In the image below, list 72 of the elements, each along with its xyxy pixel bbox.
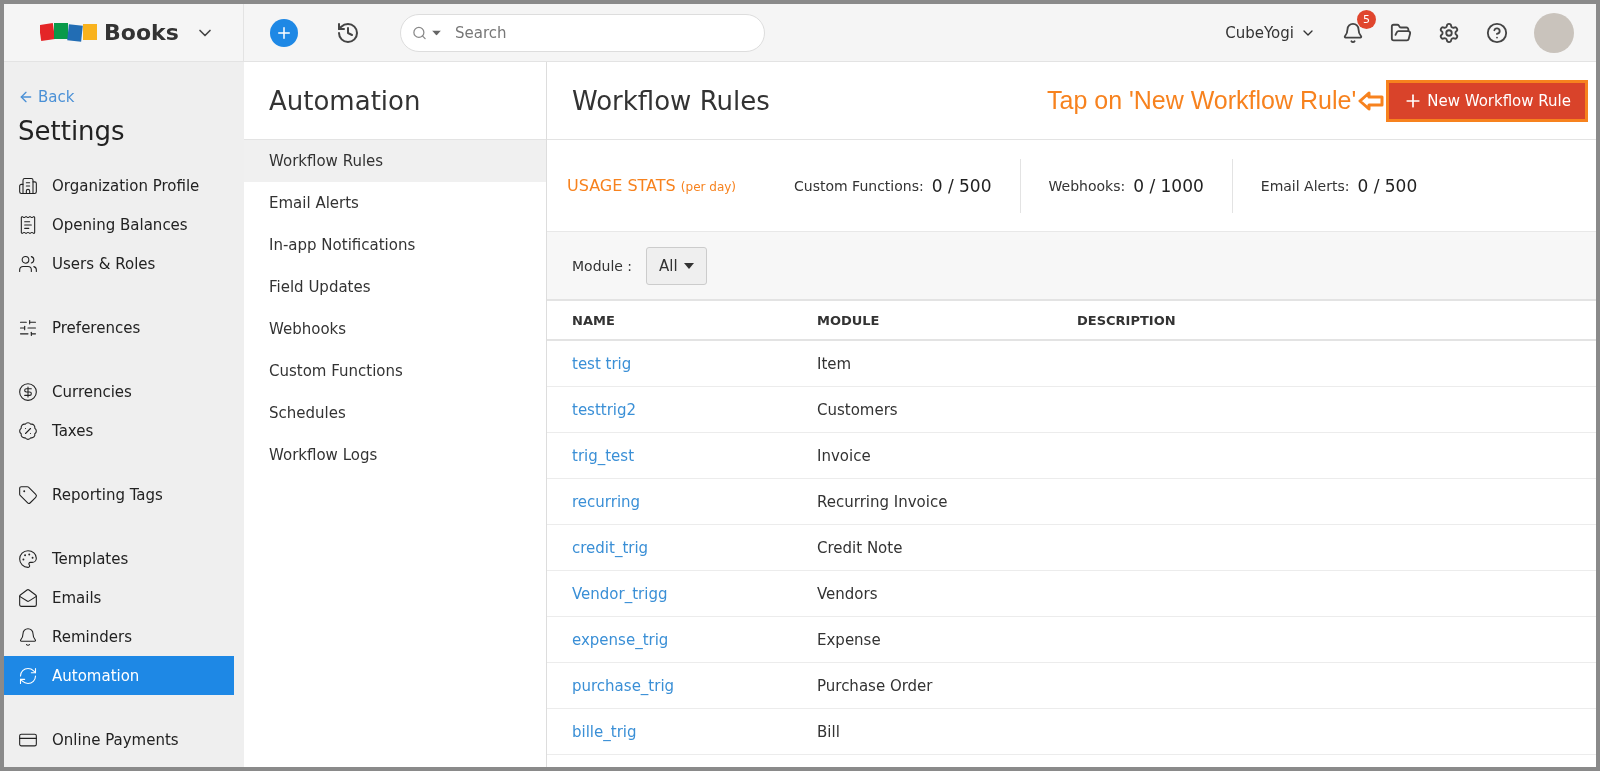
search-field[interactable]: Search [400, 13, 765, 52]
palette-icon [18, 548, 38, 569]
receipt-icon [18, 214, 38, 235]
sidebar-item[interactable]: Automation [4, 656, 234, 695]
table-cell-text: Purchase Order [817, 676, 934, 695]
usage-stats-title: USAGE STATS (per day) [567, 176, 737, 195]
stat-value: 0 / 500 [931, 175, 992, 196]
add-button[interactable] [270, 18, 298, 47]
subnav-item[interactable]: Workflow Rules [244, 140, 546, 182]
module-dropdown[interactable]: All [646, 246, 707, 285]
bell-icon [18, 626, 38, 647]
stat-label: Email Alerts: [1260, 177, 1350, 194]
folder-icon[interactable] [1390, 21, 1412, 44]
table-cell-text: Vendors [817, 584, 879, 603]
notification-icon[interactable] [1342, 21, 1364, 44]
table-cell-text: Expense [817, 630, 882, 649]
building-icon [18, 175, 38, 196]
history-icon[interactable] [336, 20, 360, 45]
column-header: MODULE [817, 312, 881, 328]
rule-name-link[interactable]: trig_test [572, 447, 635, 465]
rule-name-link[interactable]: purchase_trig [572, 677, 675, 695]
sidebar-item[interactable]: Emails [4, 578, 234, 617]
sidebar-item[interactable]: Reporting Tags [4, 475, 234, 514]
sliders-icon [18, 317, 38, 338]
new-workflow-rule-button[interactable]: New Workflow Rule [1386, 79, 1588, 122]
column-header: NAME [572, 312, 616, 328]
page-title: Workflow Rules [572, 85, 770, 116]
refresh-icon [18, 665, 38, 686]
module-label: Module : [572, 257, 633, 274]
rule-name-link[interactable]: bille_trig [572, 723, 637, 741]
table-cell-text: Recurring Invoice [817, 492, 949, 511]
help-icon[interactable] [1486, 21, 1508, 44]
sidebar-item[interactable]: Opening Balances [4, 205, 234, 244]
table-cell-text: Invoice [817, 446, 872, 465]
sidebar-item[interactable]: Preferences [4, 308, 234, 347]
sidebar-item[interactable]: Taxes [4, 411, 234, 450]
arrow-icon [1358, 89, 1385, 112]
settings-icon[interactable] [1438, 21, 1460, 44]
rule-name-link[interactable]: testtrig2 [572, 401, 637, 419]
rule-name-link[interactable]: Vendor_trigg [572, 585, 668, 603]
rule-name-link[interactable]: recurring [572, 493, 641, 511]
column-header: DESCRIPTION [1077, 312, 1177, 328]
sidebar-item[interactable]: Online Payments [4, 720, 234, 759]
stat-label: Webhooks: [1048, 177, 1126, 194]
tag-icon [18, 484, 38, 505]
envelope-icon [18, 587, 38, 608]
users-icon [18, 253, 38, 274]
table-cell-text: Bill [817, 722, 841, 741]
sidebar-item[interactable]: Organization Profile [4, 166, 234, 205]
sidebar-item[interactable]: Reminders [4, 617, 234, 656]
table-cell-text: Credit Note [817, 538, 904, 557]
percent-icon [18, 420, 38, 441]
caret-down-icon [683, 263, 694, 269]
table-cell-text: Customers [817, 400, 899, 419]
settings-title: Settings [18, 116, 126, 146]
search-icon [412, 25, 427, 40]
stat-label: Custom Functions: [794, 177, 924, 194]
brand-name: Books [104, 20, 179, 45]
sidebar-item[interactable]: Templates [4, 539, 234, 578]
organization-dropdown[interactable]: CubeYogi [1225, 23, 1316, 42]
table-cell-text: Item [817, 354, 853, 373]
stat-value: 0 / 1000 [1133, 175, 1204, 196]
dollar-icon [18, 381, 38, 402]
rule-name-link[interactable]: test trig [572, 355, 632, 373]
rule-name-link[interactable]: expense_trig [572, 631, 669, 649]
caret-down-icon[interactable] [432, 30, 441, 35]
notification-badge: 5 [1357, 9, 1376, 29]
rule-name-link[interactable]: credit_trig [572, 539, 649, 557]
stat-value: 0 / 500 [1357, 175, 1418, 196]
annotation-text: Tap on 'New Workflow Rule' [1047, 86, 1357, 115]
sidebar-item[interactable]: Currencies [4, 372, 234, 411]
sidebar-item[interactable]: Users & Roles [4, 244, 234, 283]
